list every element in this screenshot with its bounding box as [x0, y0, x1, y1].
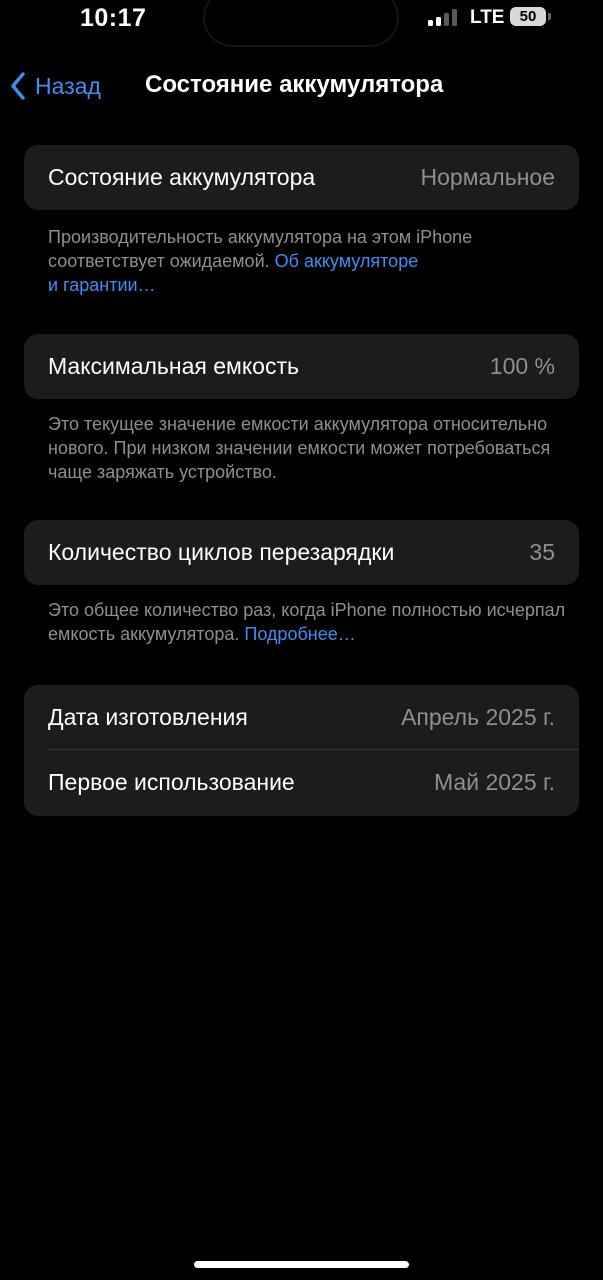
cycle-count-card: Количество циклов перезарядки 35: [24, 520, 579, 585]
cycle-count-label: Количество циклов перезарядки: [48, 539, 395, 565]
dates-card: Дата изготовления Апрель 2025 г. Первое …: [24, 685, 579, 816]
cycle-count-footnote: Это общее количество раз, когда iPhone п…: [48, 598, 568, 646]
battery-health-value: Нормальное: [420, 164, 556, 190]
battery-level: 50: [519, 8, 537, 25]
battery-health-card: Состояние аккумулятора Нормальное: [24, 145, 579, 210]
first-use-label: Первое использование: [48, 769, 295, 795]
chevron-left-icon: [11, 72, 25, 100]
learn-more-link[interactable]: Подробнее…: [244, 624, 355, 644]
max-capacity-row: Максимальная емкость 100 %: [24, 334, 579, 399]
cellular-signal-icon: [428, 8, 462, 26]
network-type: LTE: [470, 7, 505, 28]
status-bar: 10:17 LTE 50: [0, 0, 603, 45]
manufacture-date-value: Апрель 2025 г.: [401, 704, 555, 730]
cycle-count-row: Количество циклов перезарядки 35: [24, 520, 579, 585]
battery-health-footnote: Производительность аккумулятора на этом …: [48, 225, 568, 297]
back-button[interactable]: Назад: [10, 68, 101, 104]
battery-icon: 50: [510, 7, 551, 26]
home-indicator[interactable]: [194, 1261, 409, 1268]
first-use-row: Первое использование Май 2025 г.: [24, 750, 579, 816]
dynamic-island: [205, 0, 397, 45]
battery-health-row: Состояние аккумулятора Нормальное: [24, 145, 579, 210]
navigation-bar: Назад Состояние аккумулятора: [0, 62, 603, 112]
max-capacity-label: Максимальная емкость: [48, 353, 299, 379]
first-use-value: Май 2025 г.: [434, 769, 555, 795]
battery-warranty-link-cont[interactable]: и гарантии…: [48, 275, 156, 295]
max-capacity-footnote: Это текущее значение емкости аккумулятор…: [48, 414, 551, 482]
cycle-count-value: 35: [529, 539, 555, 565]
page-title: Состояние аккумулятора: [145, 71, 444, 98]
back-button-label: Назад: [35, 72, 101, 99]
manufacture-date-row: Дата изготовления Апрель 2025 г.: [24, 685, 579, 750]
battery-warranty-link[interactable]: Об аккумуляторе: [275, 251, 419, 271]
max-capacity-value: 100 %: [489, 353, 555, 379]
manufacture-date-label: Дата изготовления: [48, 704, 248, 730]
max-capacity-card: Максимальная емкость 100 %: [24, 334, 579, 399]
status-time: 10:17: [80, 4, 147, 32]
battery-health-label: Состояние аккумулятора: [48, 164, 316, 190]
